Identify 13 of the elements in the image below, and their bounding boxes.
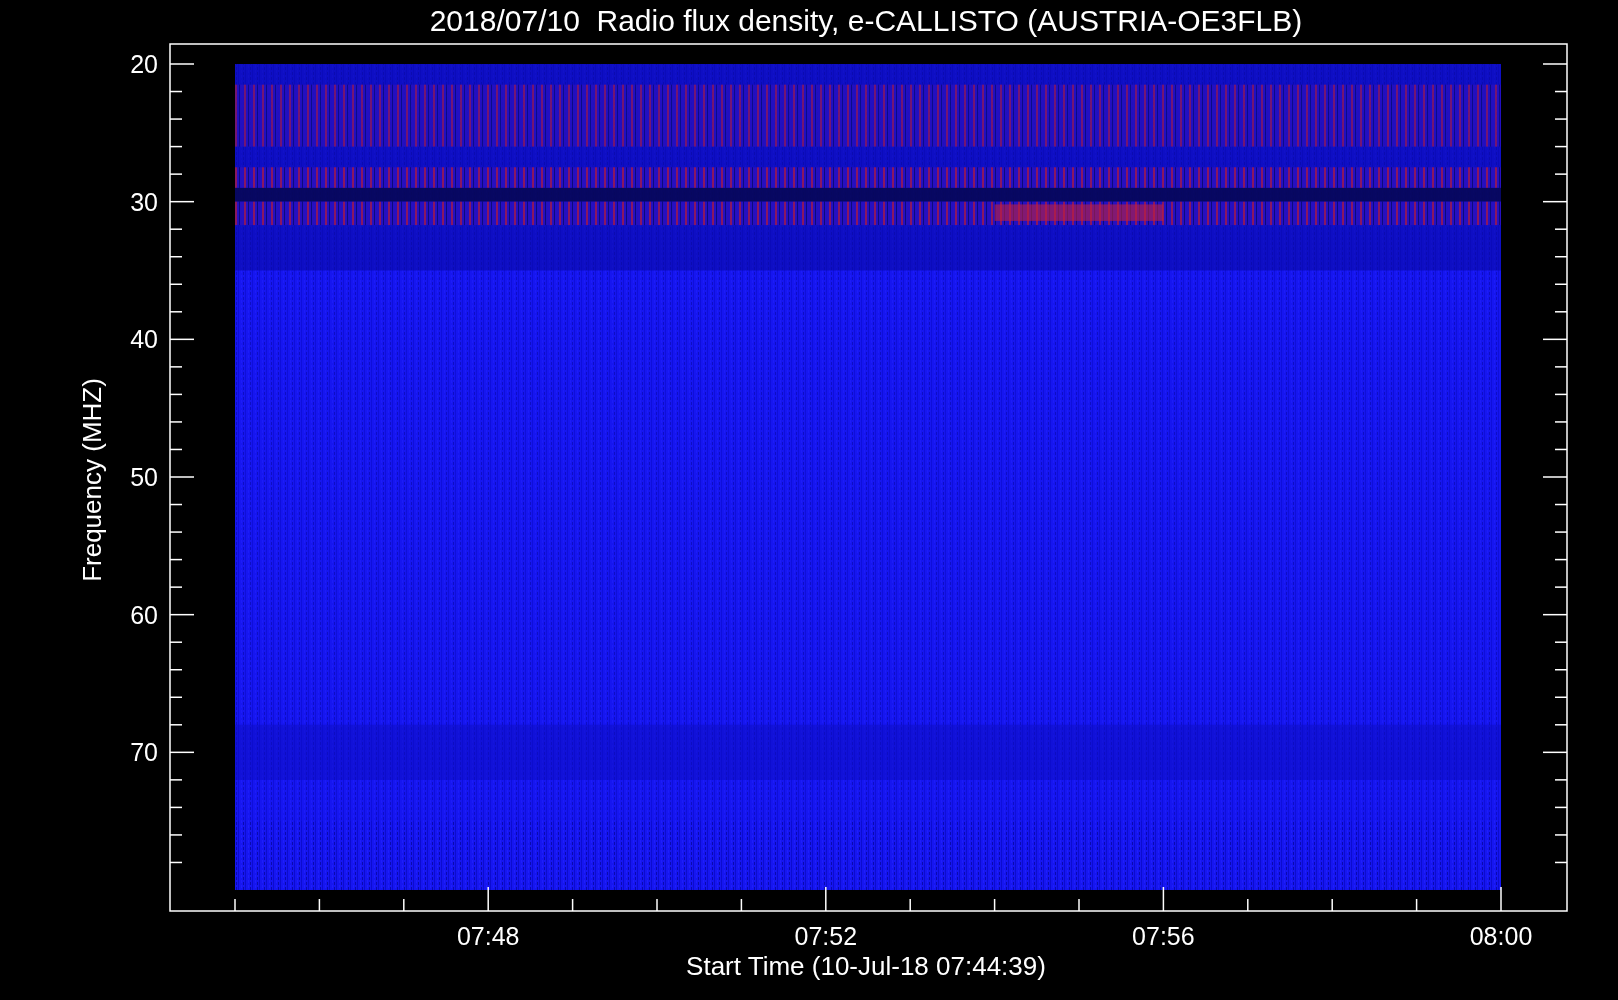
tick-label: 30 (130, 187, 158, 216)
axis-label: Frequency (MHZ) (77, 378, 107, 582)
tick-label: 50 (130, 463, 158, 491)
tick-label: 07:56 (1132, 922, 1195, 950)
chart-title: 2018/07/10 Radio flux density, e-CALLISTO (AUSTRIA-OE3FLB) (429, 4, 1303, 37)
tick-label: 07:52 (794, 922, 858, 950)
axis-label: Start Time (10-Jul-18 07:44:39) (686, 951, 1046, 981)
tick-label: 60 (130, 600, 158, 629)
tick-label: 08:00 (1469, 922, 1533, 950)
tick-label: 20 (130, 50, 158, 78)
tick-label: 70 (130, 738, 158, 767)
tick-label: 40 (130, 325, 158, 354)
tick-label: 07:48 (456, 922, 520, 950)
